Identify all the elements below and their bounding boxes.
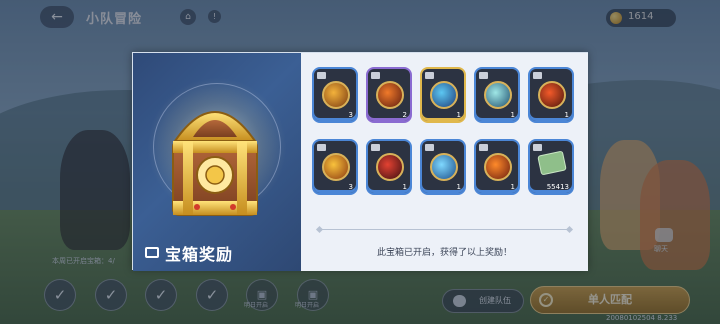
reward-quantity: 3: [348, 183, 353, 191]
item-tag-icon: [317, 144, 326, 151]
reward-quantity: 1: [402, 183, 407, 191]
item-tag-icon: [533, 144, 542, 151]
reward-divider: [319, 229, 570, 230]
item-tag-icon: [533, 72, 542, 79]
fire-tornado-item-icon: [538, 81, 566, 109]
red-eye-item-icon: [376, 153, 404, 181]
reward-item-card[interactable]: 3: [312, 139, 358, 195]
water-slash-item-icon: [430, 81, 458, 109]
item-tag-icon: [371, 72, 380, 79]
treasure-chest-icon: [172, 111, 258, 216]
reward-item-card[interactable]: 1: [474, 67, 520, 123]
reward-quantity: 1: [564, 111, 569, 119]
item-tag-icon: [425, 144, 434, 151]
reward-item-card[interactable]: 1: [528, 67, 574, 123]
reward-item-card[interactable]: 1: [474, 139, 520, 195]
chest-reward-title: 宝箱奖励: [165, 245, 234, 264]
item-tag-icon: [317, 72, 326, 79]
item-tag-icon: [425, 72, 434, 79]
ice-slash-item-icon: [430, 153, 458, 181]
item-tag-icon: [479, 72, 488, 79]
flame-orb-item-icon: [376, 81, 404, 109]
reward-item-card[interactable]: 3: [312, 67, 358, 123]
chest-ticket-icon: [145, 247, 159, 258]
chest-opened-message: 此宝箱已开启，获得了以上奖励！: [376, 248, 512, 258]
reward-list-panel: 3 2 1 1 1 3 1 1 1 55413 此宝箱已开启，获得了以上奖励！: [301, 53, 588, 271]
reward-quantity: 2: [402, 111, 407, 119]
reward-item-card[interactable]: 55413: [528, 139, 574, 195]
reward-item-card[interactable]: 1: [420, 67, 466, 123]
reward-quantity: 1: [456, 111, 461, 119]
fire-burst-item-icon: [322, 81, 350, 109]
fire-ball-item-icon: [484, 153, 512, 181]
reward-quantity: 1: [510, 111, 515, 119]
item-tag-icon: [479, 144, 488, 151]
reward-item-card[interactable]: 2: [366, 67, 412, 123]
money-bundle-icon: [537, 150, 567, 176]
explosion-item-icon: [322, 153, 350, 181]
reward-quantity: 55413: [546, 183, 569, 191]
chest-reward-modal: 宝箱奖励 3 2 1 1 1 3 1 1 1 55413 此宝箱已开启，获得了以…: [132, 52, 588, 271]
reward-quantity: 3: [348, 111, 353, 119]
item-tag-icon: [371, 144, 380, 151]
reward-quantity: 1: [456, 183, 461, 191]
chest-panel: 宝箱奖励: [133, 53, 301, 271]
reward-item-card[interactable]: 1: [366, 139, 412, 195]
wind-slash-item-icon: [484, 81, 512, 109]
reward-item-card[interactable]: 1: [420, 139, 466, 195]
reward-quantity: 1: [510, 183, 515, 191]
